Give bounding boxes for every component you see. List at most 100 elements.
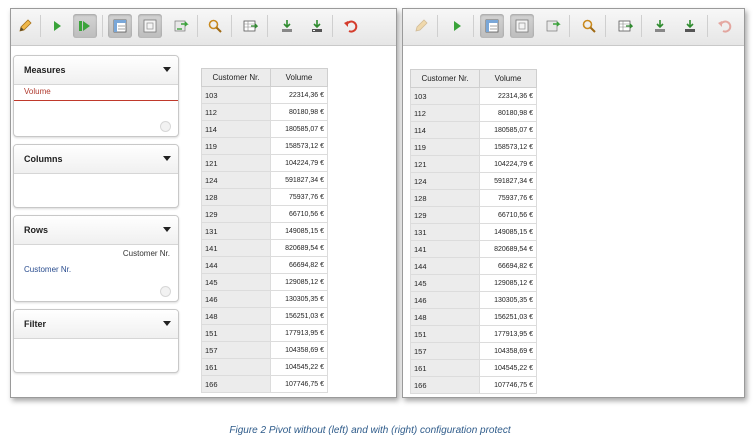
search-icon[interactable] <box>577 14 601 38</box>
volume-cell: 149085,15 € <box>479 223 537 241</box>
export-excel-icon[interactable] <box>238 14 262 38</box>
column-header-volume[interactable]: Volume <box>270 68 328 87</box>
customer-cell[interactable]: 146 <box>410 291 480 309</box>
hide-icon[interactable] <box>138 14 162 38</box>
customer-cell[interactable]: 151 <box>201 324 271 342</box>
customer-cell[interactable]: 157 <box>410 342 480 360</box>
run-icon[interactable] <box>445 14 469 38</box>
customer-cell[interactable]: 121 <box>410 155 480 173</box>
customer-cell[interactable]: 112 <box>201 103 271 121</box>
customer-cell[interactable]: 103 <box>410 87 480 105</box>
table-row: 157 104358,69 € <box>410 342 537 360</box>
volume-cell: 104545,22 € <box>270 358 328 376</box>
measures-header[interactable]: Measures <box>14 56 178 85</box>
download-icon[interactable] <box>648 14 672 38</box>
export-excel-icon[interactable] <box>613 14 637 38</box>
chevron-down-icon[interactable] <box>163 227 171 232</box>
undo-icon[interactable] <box>339 14 363 38</box>
table-row: 141 820689,54 € <box>201 239 328 257</box>
hide-icon[interactable] <box>510 14 534 38</box>
customer-cell[interactable]: 124 <box>201 171 271 189</box>
filter-title: Filter <box>24 319 47 329</box>
customer-cell[interactable]: 157 <box>201 341 271 359</box>
pivot-panel-protected: Customer Nr. Volume 103 22314,36 €112 8018… <box>402 8 745 398</box>
rows-title: Rows <box>24 225 49 235</box>
columns-header[interactable]: Columns <box>14 145 178 174</box>
toolbar <box>11 9 396 46</box>
volume-cell: 591827,34 € <box>479 172 537 190</box>
table-row: 121 104224,79 € <box>410 155 537 173</box>
filter-header[interactable]: Filter <box>14 310 178 339</box>
download-alt-icon[interactable] <box>678 14 702 38</box>
rows-item[interactable]: Customer Nr. <box>24 265 71 274</box>
customer-cell[interactable]: 145 <box>410 274 480 292</box>
customer-cell[interactable]: 129 <box>201 205 271 223</box>
customer-cell[interactable]: 114 <box>201 120 271 138</box>
customer-cell[interactable]: 145 <box>201 273 271 291</box>
column-header-volume[interactable]: Volume <box>479 69 537 88</box>
customer-cell[interactable]: 144 <box>410 257 480 275</box>
rows-header-label: Customer Nr. <box>122 249 170 258</box>
download-alt-icon[interactable] <box>305 14 329 38</box>
customer-cell[interactable]: 161 <box>410 359 480 377</box>
customer-cell[interactable]: 114 <box>410 121 480 139</box>
customer-cell[interactable]: 144 <box>201 256 271 274</box>
edit-pencil-icon[interactable] <box>13 14 37 38</box>
table-row: 128 75937,76 € <box>410 189 537 207</box>
customer-cell[interactable]: 129 <box>410 206 480 224</box>
table-row: 131 149085,15 € <box>410 223 537 241</box>
columns-box: Columns <box>13 144 179 208</box>
table-row: 146 130305,35 € <box>201 290 328 308</box>
column-header-customer[interactable]: Customer Nr. <box>201 68 271 87</box>
customer-cell[interactable]: 124 <box>410 172 480 190</box>
run-auto-icon[interactable] <box>73 14 97 38</box>
table-row: 145 129085,12 € <box>201 273 328 291</box>
volume-cell: 75937,76 € <box>270 188 328 206</box>
volume-cell: 107746,75 € <box>270 375 328 393</box>
customer-cell[interactable]: 112 <box>410 104 480 122</box>
customer-cell[interactable]: 103 <box>201 86 271 104</box>
volume-cell: 75937,76 € <box>479 189 537 207</box>
customer-cell[interactable]: 151 <box>410 325 480 343</box>
customer-cell[interactable]: 141 <box>410 240 480 258</box>
pivot-layout-icon[interactable] <box>108 14 132 38</box>
customer-cell[interactable]: 121 <box>201 154 271 172</box>
run-icon[interactable] <box>45 14 69 38</box>
chevron-down-icon[interactable] <box>163 156 171 161</box>
undo-icon <box>713 14 737 38</box>
download-icon[interactable] <box>275 14 299 38</box>
customer-cell[interactable]: 166 <box>410 376 480 394</box>
volume-cell: 129085,12 € <box>270 273 328 291</box>
customer-cell[interactable]: 131 <box>201 222 271 240</box>
volume-cell: 180585,07 € <box>479 121 537 139</box>
chevron-down-icon[interactable] <box>163 67 171 72</box>
chevron-down-icon[interactable] <box>163 321 171 326</box>
customer-cell[interactable]: 128 <box>410 189 480 207</box>
volume-cell: 156251,03 € <box>479 308 537 326</box>
customer-cell[interactable]: 146 <box>201 290 271 308</box>
customer-cell[interactable]: 161 <box>201 358 271 376</box>
volume-cell: 22314,36 € <box>479 87 537 105</box>
table-row: 145 129085,12 € <box>410 274 537 292</box>
customer-cell[interactable]: 141 <box>201 239 271 257</box>
gear-icon[interactable] <box>160 286 171 297</box>
customer-cell[interactable]: 119 <box>201 137 271 155</box>
volume-cell: 104224,79 € <box>270 154 328 172</box>
customer-cell[interactable]: 148 <box>201 307 271 325</box>
customer-cell[interactable]: 148 <box>410 308 480 326</box>
customer-cell[interactable]: 131 <box>410 223 480 241</box>
volume-cell: 66694,82 € <box>479 257 537 275</box>
rows-header[interactable]: Rows <box>14 216 178 245</box>
search-icon[interactable] <box>203 14 227 38</box>
column-header-customer[interactable]: Customer Nr. <box>410 69 480 88</box>
measure-item[interactable]: Volume <box>14 84 178 101</box>
swap-icon[interactable] <box>541 14 565 38</box>
pivot-layout-icon[interactable] <box>480 14 504 38</box>
customer-cell[interactable]: 166 <box>201 375 271 393</box>
customer-cell[interactable]: 128 <box>201 188 271 206</box>
volume-cell: 66710,56 € <box>479 206 537 224</box>
gear-icon[interactable] <box>160 121 171 132</box>
table-row: 144 66694,82 € <box>201 256 328 274</box>
customer-cell[interactable]: 119 <box>410 138 480 156</box>
swap-icon[interactable] <box>169 14 193 38</box>
